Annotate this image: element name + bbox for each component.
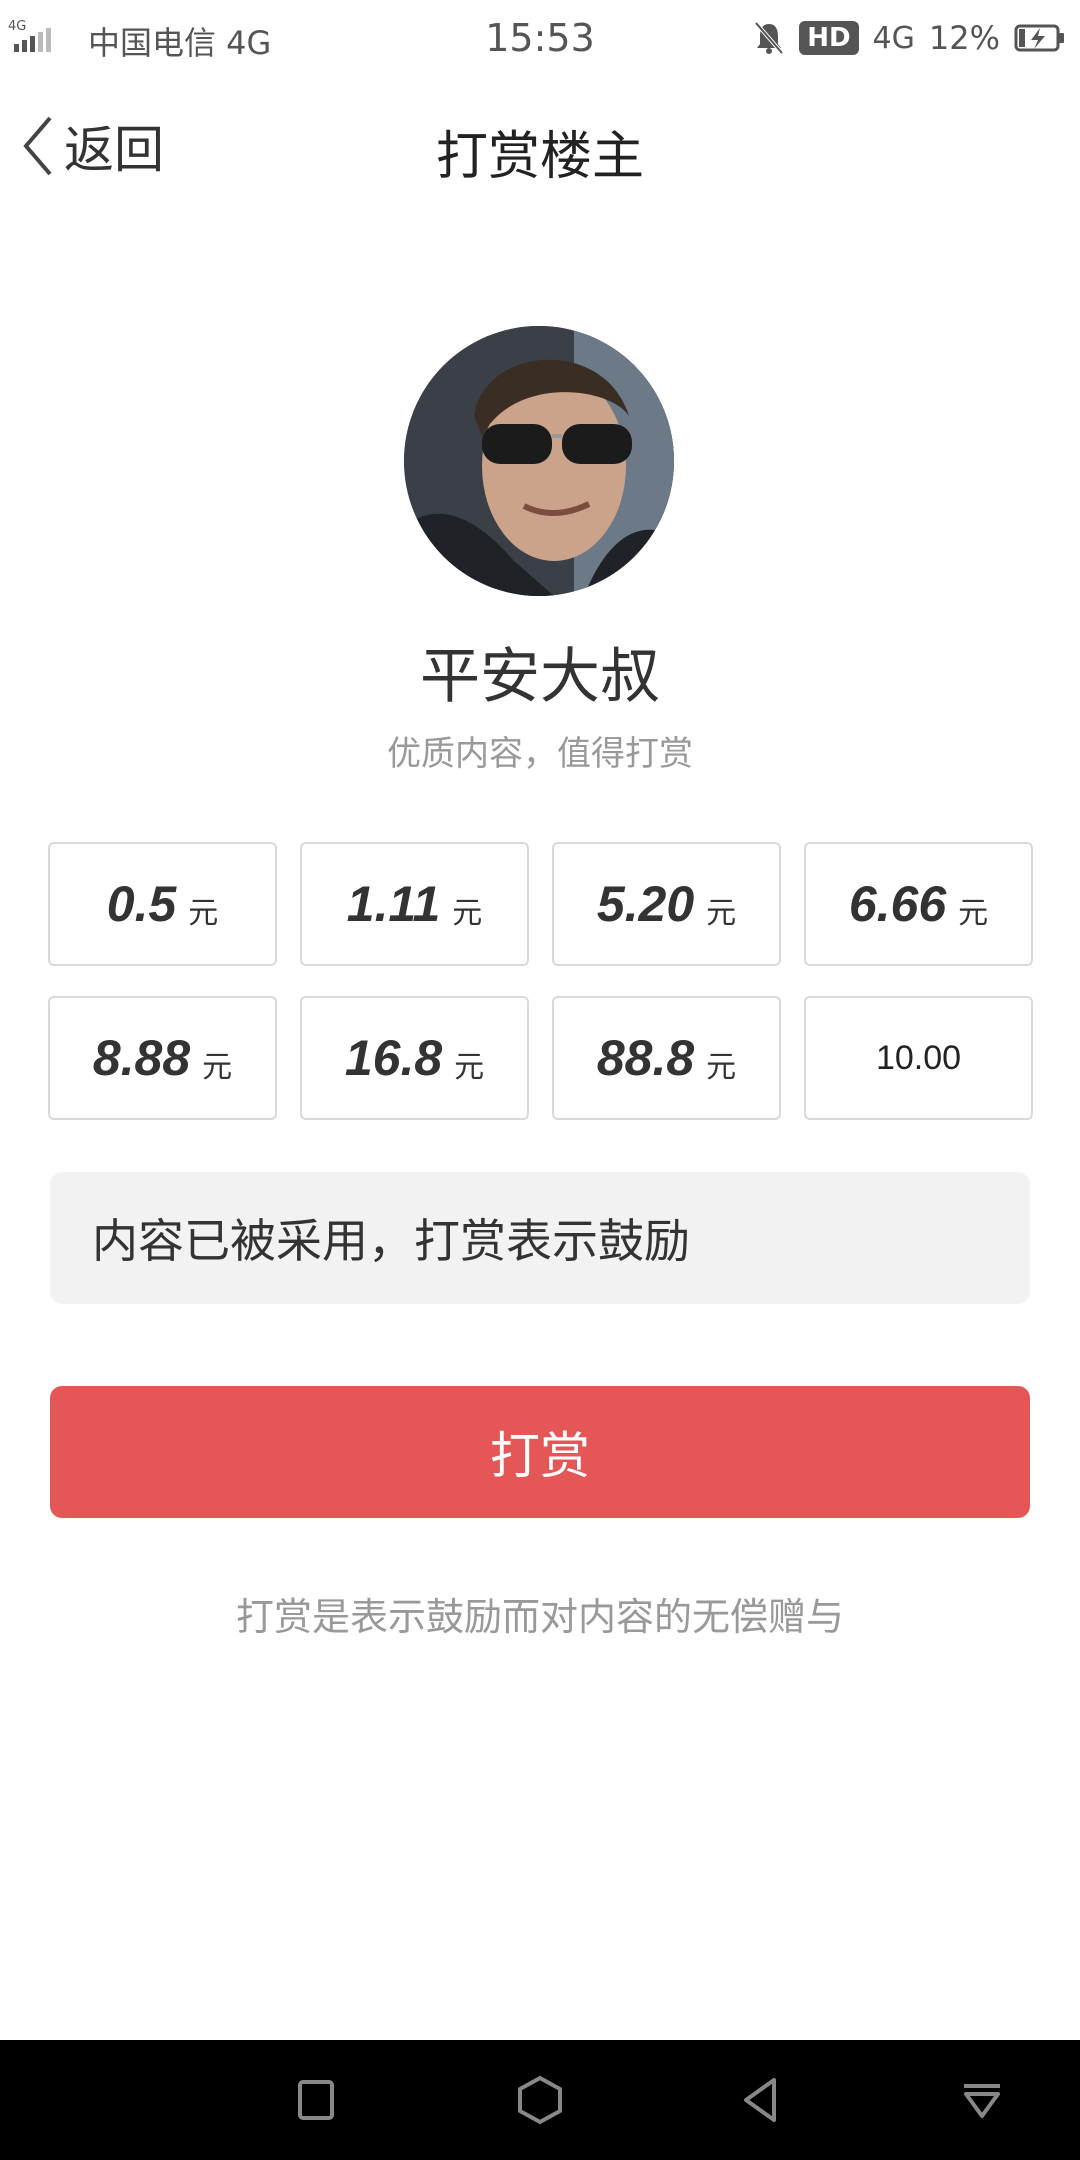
reward-button[interactable]: 打赏 bbox=[50, 1386, 1030, 1518]
amount-unit: 元 bbox=[452, 896, 483, 931]
amount-option-88-8[interactable]: 88.8 元 bbox=[552, 996, 781, 1120]
amount-unit: 元 bbox=[202, 1050, 233, 1085]
amount-value: 88.8 bbox=[596, 1030, 695, 1086]
amount-option-8-88[interactable]: 8.88 元 bbox=[48, 996, 277, 1120]
amount-value: 5.20 bbox=[596, 876, 695, 932]
message-input[interactable]: 内容已被采用，打赏表示鼓励 bbox=[50, 1172, 1030, 1304]
mute-bell-icon bbox=[754, 21, 784, 55]
recent-apps-button[interactable] bbox=[286, 2070, 346, 2130]
chevron-down-icon bbox=[964, 2084, 1000, 2118]
amount-grid: 0.5 元 1.11 元 5.20 元 6.66 元 8.88 元 16.8 元… bbox=[48, 842, 1036, 1120]
amount-value: 6.66 bbox=[848, 876, 947, 932]
amount-value: 8.88 bbox=[92, 1030, 191, 1086]
back-nav-button[interactable] bbox=[730, 2070, 790, 2130]
amount-unit: 元 bbox=[454, 1050, 485, 1085]
square-icon bbox=[298, 2080, 334, 2120]
notification-pulldown-button[interactable] bbox=[952, 2070, 1012, 2130]
amount-option-16-8[interactable]: 16.8 元 bbox=[300, 996, 529, 1120]
username: 平安大叔 bbox=[420, 642, 660, 712]
nav-bar: 返回 打赏楼主 bbox=[0, 96, 1080, 196]
avatar-image bbox=[404, 326, 674, 596]
status-bar: 4G 中国电信 4G 15:53 HD 4G 12% bbox=[0, 0, 1080, 76]
avatar bbox=[404, 326, 674, 596]
battery-percent: 12% bbox=[928, 19, 1000, 57]
hd-badge: HD bbox=[799, 21, 859, 55]
custom-amount-value: 10.00 bbox=[875, 1038, 962, 1077]
profile-subtitle: 优质内容，值得打赏 bbox=[387, 734, 693, 774]
triangle-back-icon bbox=[744, 2078, 776, 2122]
amount-unit: 元 bbox=[958, 896, 989, 931]
amount-unit: 元 bbox=[188, 896, 219, 931]
amount-value: 16.8 bbox=[344, 1030, 443, 1086]
status-right: HD 4G 12% bbox=[753, 16, 1066, 60]
custom-amount-input[interactable]: 10.00 bbox=[804, 996, 1033, 1120]
amount-option-0-5[interactable]: 0.5 元 bbox=[48, 842, 277, 966]
amount-value: 1.11 bbox=[346, 876, 441, 932]
amount-option-1-11[interactable]: 1.11 元 bbox=[300, 842, 529, 966]
page-title: 打赏楼主 bbox=[435, 127, 644, 187]
system-nav-bar bbox=[0, 2040, 1080, 2160]
battery-charging-icon bbox=[1014, 24, 1064, 52]
network-label: 4G bbox=[872, 20, 915, 56]
amount-option-5-20[interactable]: 5.20 元 bbox=[552, 842, 781, 966]
amount-unit: 元 bbox=[706, 1050, 737, 1085]
amount-unit: 元 bbox=[706, 896, 737, 931]
amount-option-6-66[interactable]: 6.66 元 bbox=[804, 842, 1033, 966]
home-button[interactable] bbox=[510, 2070, 570, 2130]
footer-note: 打赏是表示鼓励而对内容的无偿赠与 bbox=[235, 1595, 844, 1639]
hexagon-icon bbox=[518, 2075, 562, 2125]
amount-value: 0.5 bbox=[106, 876, 177, 932]
